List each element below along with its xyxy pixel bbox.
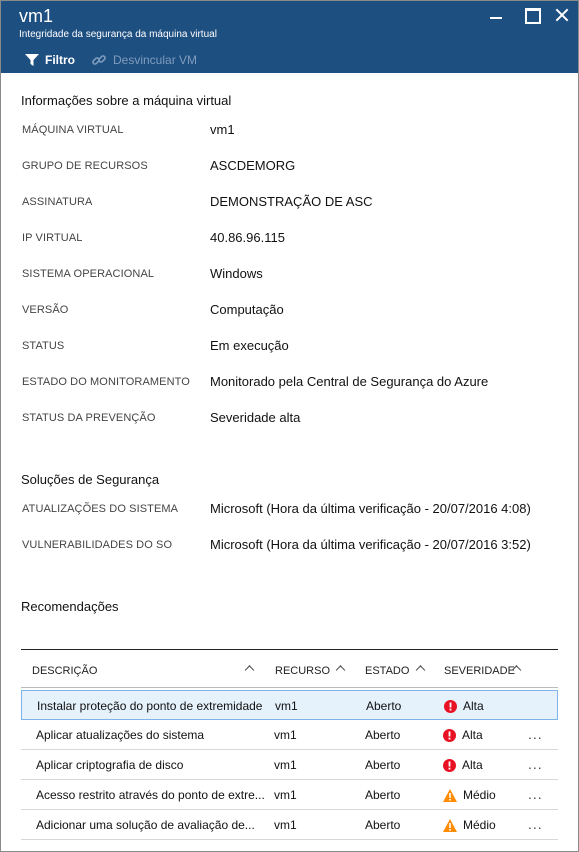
close-icon[interactable] bbox=[554, 7, 570, 23]
description-cell: Adicionar uma solução de avaliação de... bbox=[36, 818, 255, 832]
severity-label: Médio bbox=[463, 818, 496, 832]
prevention-status-value: Severidade alta bbox=[210, 410, 301, 425]
severity-cell: Médio bbox=[443, 818, 496, 832]
severity-label: Alta bbox=[462, 758, 483, 772]
resource-cell: vm1 bbox=[274, 728, 297, 742]
state-cell: Aberto bbox=[365, 818, 401, 832]
table-row[interactable]: Instalar proteção do ponto de extremidad… bbox=[21, 690, 558, 720]
virtual-ip-value: 40.86.96.115 bbox=[210, 230, 285, 245]
high-severity-icon bbox=[443, 728, 456, 742]
warning-icon bbox=[443, 818, 457, 832]
resource-cell: vm1 bbox=[274, 758, 297, 772]
filter-icon bbox=[25, 54, 39, 66]
filter-label: Filtro bbox=[45, 53, 75, 67]
monitoring-state-label: ESTADO DO MONITORAMENTO bbox=[22, 376, 190, 388]
state-cell: Aberto bbox=[365, 728, 401, 742]
header-divider bbox=[21, 687, 558, 688]
severity-cell: Alta bbox=[444, 699, 484, 713]
column-header-resource[interactable]: RECURSO bbox=[275, 665, 330, 677]
more-options-button[interactable]: ... bbox=[528, 786, 543, 802]
unlink-vm-button[interactable]: Desvincular VM bbox=[91, 51, 197, 69]
system-updates-value: Microsoft (Hora da última verificação - … bbox=[210, 501, 531, 516]
sort-icon[interactable] bbox=[414, 663, 426, 675]
vm-name-value: vm1 bbox=[210, 122, 235, 137]
sort-icon[interactable] bbox=[334, 663, 346, 675]
table-top-border bbox=[21, 649, 558, 650]
minimize-icon[interactable] bbox=[488, 7, 504, 23]
subscription-value: DEMONSTRAÇÃO DE ASC bbox=[210, 194, 373, 209]
resource-cell: vm1 bbox=[275, 699, 298, 713]
state-cell: Aberto bbox=[366, 699, 402, 713]
status-value: Em execução bbox=[210, 338, 289, 353]
severity-label: Alta bbox=[462, 728, 483, 742]
blade-header: vm1 Integridade da segurança da máquina … bbox=[1, 1, 578, 73]
vm-info-title: Informações sobre a máquina virtual bbox=[21, 93, 232, 108]
subscription-label: ASSINATURA bbox=[22, 196, 93, 208]
version-value: Computação bbox=[210, 302, 284, 317]
severity-cell: Alta bbox=[443, 728, 483, 742]
table-row[interactable]: Aplicar atualizações do sistema vm1 Aber… bbox=[21, 720, 558, 750]
state-cell: Aberto bbox=[365, 788, 401, 802]
os-vulnerabilities-label: VULNERABILIDADES DO SO bbox=[22, 539, 173, 551]
resource-group-label: GRUPO DE RECURSOS bbox=[22, 160, 148, 172]
resource-cell: vm1 bbox=[274, 788, 297, 802]
table-row[interactable]: Acesso restrito através do ponto de extr… bbox=[21, 780, 558, 810]
column-header-state[interactable]: ESTADO bbox=[365, 665, 409, 677]
unlink-label: Desvincular VM bbox=[113, 53, 198, 67]
system-updates-label: ATUALIZAÇÕES DO SISTEMA bbox=[22, 503, 179, 515]
security-health-blade: vm1 Integridade da segurança da máquina … bbox=[0, 0, 579, 852]
high-severity-icon bbox=[444, 699, 457, 713]
version-label: VERSÃO bbox=[22, 304, 69, 316]
description-cell: Aplicar criptografia de disco bbox=[36, 758, 184, 772]
more-options-button[interactable]: ... bbox=[528, 726, 543, 742]
resource-cell: vm1 bbox=[274, 818, 297, 832]
os-label: SISTEMA OPERACIONAL bbox=[22, 268, 155, 280]
prevention-status-label: STATUS DA PREVENÇÃO bbox=[22, 412, 156, 424]
description-cell: Aplicar atualizações do sistema bbox=[36, 728, 205, 742]
description-cell: Acesso restrito através do ponto de extr… bbox=[36, 788, 265, 802]
more-options-button[interactable]: ... bbox=[528, 756, 543, 772]
column-header-severity[interactable]: SEVERIDADE bbox=[444, 665, 515, 677]
state-cell: Aberto bbox=[365, 758, 401, 772]
monitoring-state-value: Monitorado pela Central de Segurança do … bbox=[210, 374, 489, 389]
sort-icon[interactable] bbox=[510, 663, 522, 675]
os-vulnerabilities-value: Microsoft (Hora da última verificação - … bbox=[210, 537, 531, 552]
column-header-description[interactable]: DESCRIÇÃO bbox=[32, 665, 97, 677]
description-cell: Instalar proteção do ponto de extremidad… bbox=[37, 699, 263, 713]
security-solutions-title: Soluções de Segurança bbox=[21, 472, 160, 487]
virtual-ip-label: IP VIRTUAL bbox=[22, 232, 83, 244]
severity-label: Alta bbox=[463, 699, 484, 713]
resource-group-value: ASCDEMORG bbox=[210, 158, 296, 173]
os-value: Windows bbox=[210, 266, 263, 281]
blade-title: vm1 bbox=[19, 6, 54, 26]
high-severity-icon bbox=[443, 758, 456, 772]
severity-label: Médio bbox=[463, 788, 496, 802]
more-options-button[interactable]: ... bbox=[528, 816, 543, 832]
severity-cell: Alta bbox=[443, 758, 483, 772]
table-row[interactable]: Adicionar uma solução de avaliação de...… bbox=[21, 810, 558, 840]
blade-subtitle: Integridade da segurança da máquina virt… bbox=[19, 29, 217, 40]
maximize-icon[interactable] bbox=[524, 7, 541, 24]
warning-icon bbox=[443, 788, 457, 802]
vm-name-label: MÁQUINA VIRTUAL bbox=[22, 124, 124, 136]
sort-icon[interactable] bbox=[243, 663, 255, 675]
recommendations-title: Recomendações bbox=[21, 599, 119, 614]
table-row[interactable]: Aplicar criptografia de disco vm1 Aberto… bbox=[21, 750, 558, 780]
severity-cell: Médio bbox=[443, 788, 496, 802]
filter-button[interactable]: Filtro bbox=[25, 51, 75, 69]
link-icon bbox=[92, 55, 106, 65]
status-label: STATUS bbox=[22, 340, 65, 352]
